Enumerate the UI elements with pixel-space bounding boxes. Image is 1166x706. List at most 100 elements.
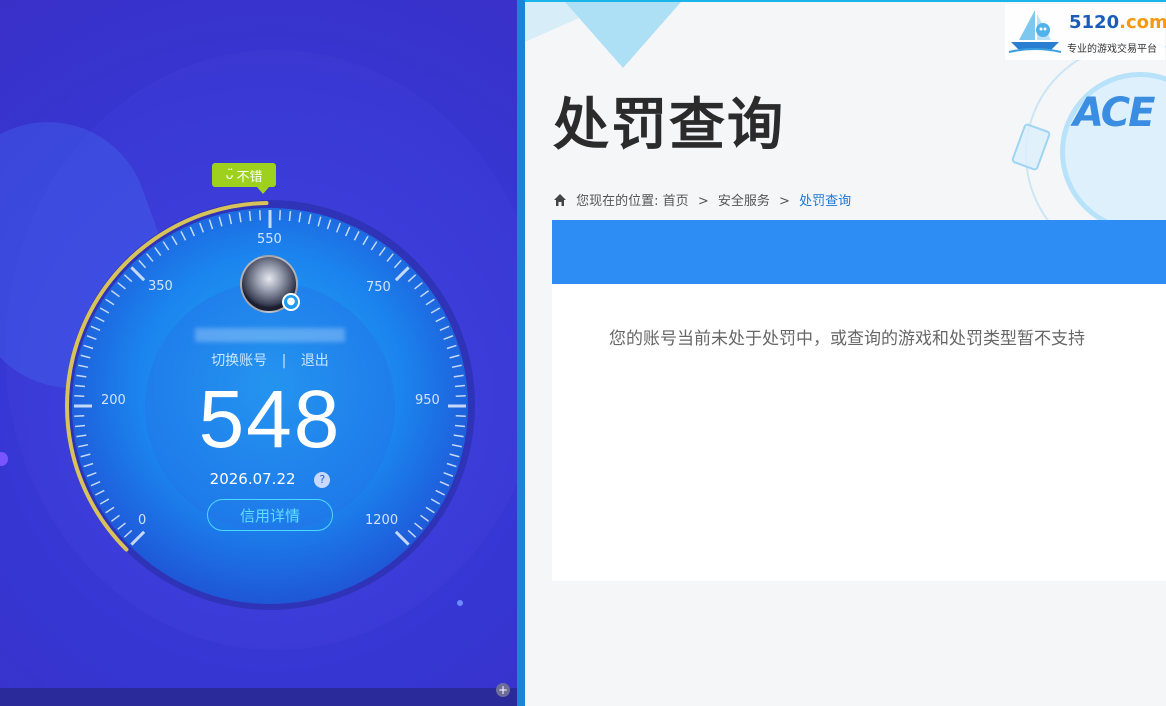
gauge-tick [435, 489, 445, 496]
site-slogan: 专业的游戏交易平台 [1067, 44, 1157, 55]
gauge-tick [443, 335, 454, 341]
gauge-tick [138, 259, 147, 269]
gauge-tick [86, 335, 97, 341]
rating-text: 不错 [236, 169, 263, 185]
gauge-tick [171, 235, 178, 246]
gauge-tick [218, 216, 223, 227]
gauge-tick [76, 434, 87, 438]
rating-badge: ᴗ̈ 不错 [212, 163, 276, 194]
gauge-tick [154, 246, 162, 256]
ace-logo: ACE [1073, 90, 1155, 136]
gauge-tick [449, 354, 460, 359]
gauge-tick [117, 522, 126, 530]
site-logo[interactable]: 5120.com 专业的游戏交易平台 [1005, 4, 1166, 60]
gauge-tick [394, 266, 410, 282]
gauge-tick [258, 210, 262, 221]
breadcrumb-separator: > [779, 194, 790, 209]
gauge-tick [74, 424, 86, 428]
gauge-tick [386, 253, 394, 262]
gauge-tick [99, 307, 110, 314]
gauge-tick [446, 344, 457, 350]
gauge-tick [105, 506, 115, 514]
gauge-tick [443, 471, 454, 477]
score-date-row: 2026.07.22 ? [170, 470, 370, 488]
gauge-tick [362, 235, 369, 246]
gauge-tick [420, 514, 430, 522]
gauge-tick [370, 241, 378, 251]
gauge-tick [435, 316, 445, 323]
breadcrumb-security-services[interactable]: 安全服务 [718, 194, 770, 209]
gauge-tick [446, 462, 457, 468]
breadcrumb: 您现在的位置: 首页 > 安全服务 > 处罚查询 [553, 190, 851, 209]
gauge-tick [117, 282, 126, 290]
gauge-tick [455, 414, 466, 418]
switch-account-link[interactable]: 切换账号 [211, 353, 267, 369]
account-links: 切换账号 | 退出 [180, 350, 360, 370]
gauge-tick [238, 212, 242, 223]
gauge-tick [335, 222, 341, 233]
gauge-tick [74, 414, 85, 418]
gauge-tick [83, 462, 94, 468]
gauge-tick [455, 394, 466, 398]
gauge-tick [74, 384, 86, 388]
decorative-triangle [565, 2, 681, 68]
breadcrumb-separator: > [697, 194, 709, 209]
breadcrumb-home[interactable]: 首页 [663, 194, 689, 209]
gauge-tick [451, 364, 462, 369]
gauge-tick [288, 210, 292, 222]
gauge-tick [378, 246, 386, 256]
gauge-tick [278, 210, 282, 221]
gauge-tick [407, 529, 417, 538]
gauge-tick [453, 434, 464, 438]
bottom-bar [0, 688, 518, 706]
username-blurred [195, 328, 345, 342]
link-separator: | [281, 353, 287, 369]
gauge-label-1200: 1200 [365, 513, 399, 528]
gauge-tick [99, 498, 110, 505]
gauge-tick [394, 530, 410, 546]
gauge-tick [307, 214, 312, 225]
credit-detail-button[interactable]: 信用详情 [207, 499, 333, 531]
page-title: 处罚查询 [553, 93, 785, 158]
gauge-tick [90, 325, 101, 332]
gauge-tick [130, 266, 146, 282]
result-card: 您的账号当前未处于处罚中，或查询的游戏和处罚类型暂不支持 [552, 284, 1166, 581]
credit-score-value: 548 [198, 374, 342, 465]
gauge-label-350: 350 [148, 279, 173, 294]
gauge-tick [407, 274, 417, 283]
sailboat-mascot-icon [1008, 10, 1062, 53]
gauge-tick [420, 290, 430, 298]
gauge-tick [326, 219, 332, 230]
gauge-label-750: 750 [366, 280, 391, 295]
gauge-tick [80, 453, 91, 458]
gauge-tick [90, 480, 101, 487]
breadcrumb-prefix: 您现在的位置: [576, 194, 659, 209]
gauge-tick [449, 453, 460, 458]
gauge-tick [110, 514, 120, 522]
gauge-tick [298, 212, 302, 223]
gauge-tick [146, 253, 154, 262]
gauge-tick [86, 471, 97, 477]
plus-icon[interactable]: + [496, 683, 510, 697]
gauge-tick [439, 325, 450, 332]
gauge-tick [425, 506, 435, 514]
gauge-tick [425, 298, 435, 306]
smile-icon: ᴗ̈ [225, 167, 234, 183]
gauge-tick [454, 424, 466, 428]
result-message: 您的账号当前未处于处罚中，或查询的游戏和处罚类型暂不支持 [609, 329, 1085, 349]
breadcrumb-current[interactable]: 处罚查询 [799, 194, 851, 209]
qq-penguin-icon: ● [282, 293, 300, 311]
gauge-tick [78, 364, 89, 369]
logout-link[interactable]: 退出 [301, 353, 329, 369]
score-date: 2026.07.22 [209, 470, 296, 488]
gauge-tick [162, 241, 170, 251]
result-card-header [552, 220, 1166, 284]
gauge-tick [110, 290, 120, 298]
gauge-tick [123, 529, 133, 538]
gauge-tick [317, 216, 322, 227]
help-icon[interactable]: ? [314, 472, 331, 488]
gauge-tick [180, 231, 187, 241]
gauge-tick [78, 443, 89, 448]
gauge-tick [208, 219, 214, 230]
home-icon [554, 194, 566, 206]
